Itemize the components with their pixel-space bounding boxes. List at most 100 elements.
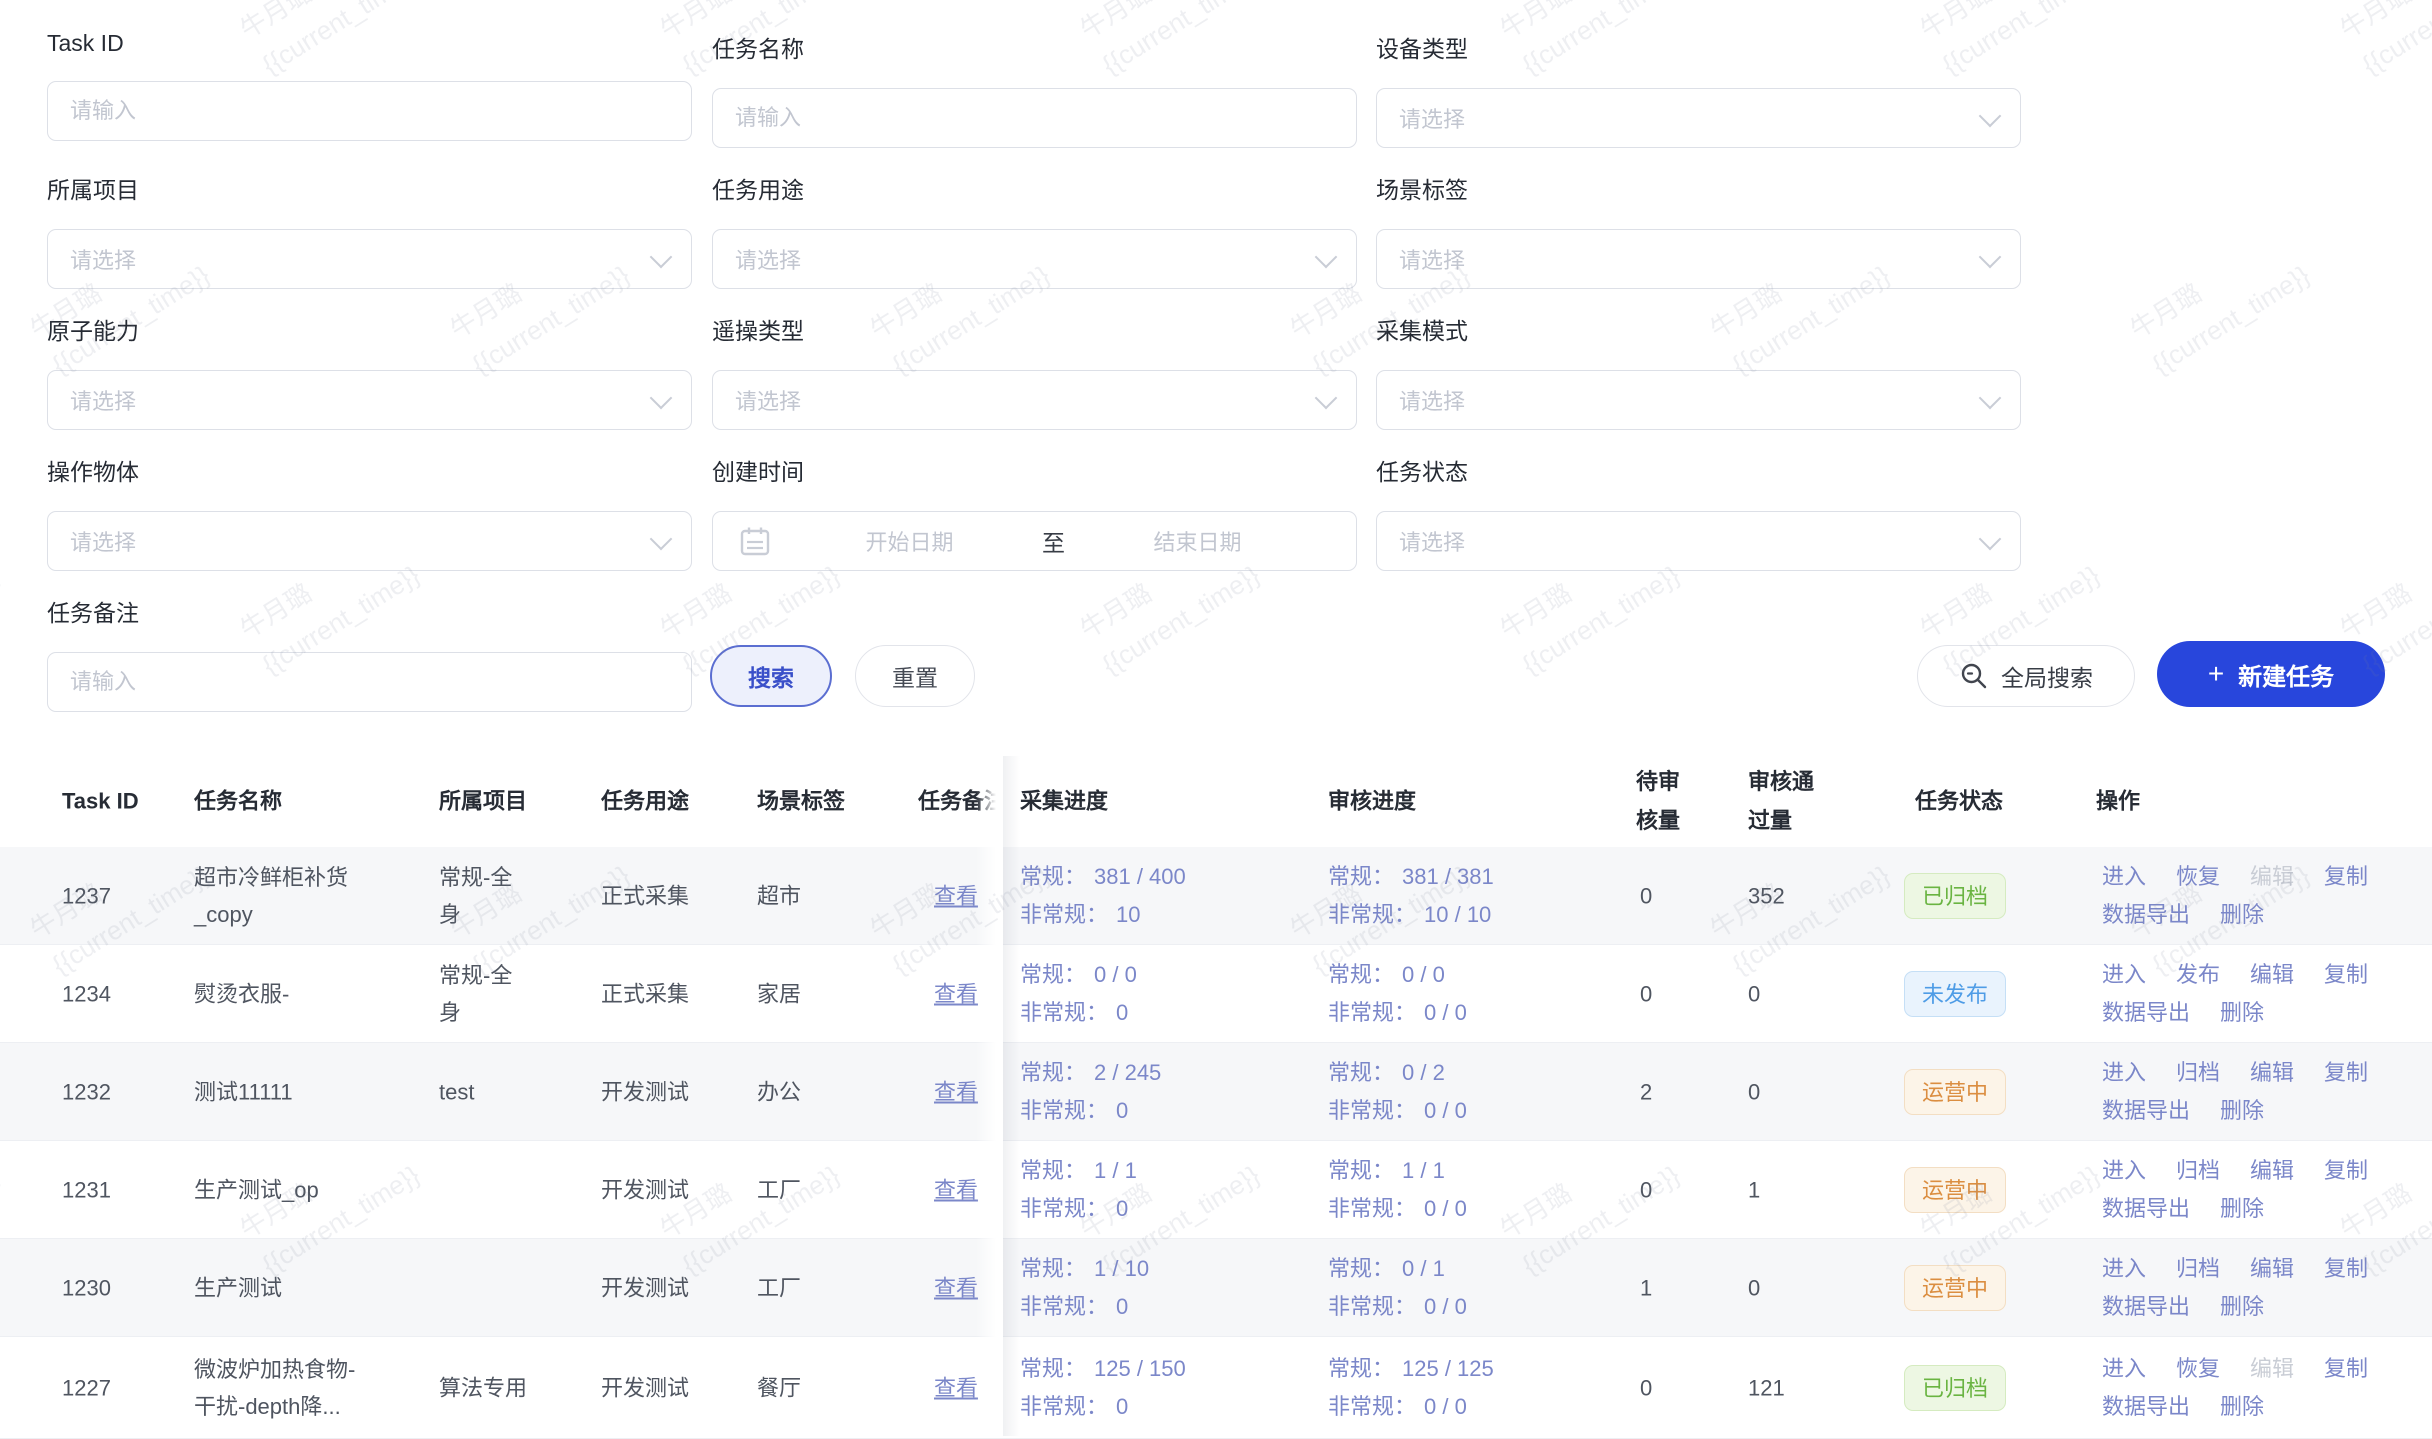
reset-button[interactable]: 重置: [855, 645, 975, 707]
cell-task-name: 测试11111: [194, 1073, 374, 1110]
action-enter[interactable]: 进入: [2102, 1350, 2146, 1388]
action-copy[interactable]: 复制: [2324, 1250, 2368, 1288]
cell-purpose: 正式采集: [601, 975, 689, 1012]
calendar-icon: [739, 525, 771, 557]
global-search-button[interactable]: 全局搜索: [1917, 645, 2135, 707]
end-date-placeholder[interactable]: 结束日期: [1065, 525, 1330, 557]
filter-project: 所属项目 请选择: [47, 171, 692, 289]
action-copy[interactable]: 复制: [2324, 1054, 2368, 1092]
action-publish[interactable]: 发布: [2176, 956, 2220, 994]
action-restore[interactable]: 恢复: [2176, 1350, 2220, 1388]
atomic-ability-select[interactable]: 请选择: [47, 370, 692, 430]
action-enter[interactable]: 进入: [2102, 1250, 2146, 1288]
device-type-select[interactable]: 请选择: [1376, 88, 2021, 148]
view-remark-link[interactable]: 查看: [934, 975, 978, 1012]
action-export[interactable]: 数据导出: [2102, 1388, 2190, 1426]
action-archive[interactable]: 归档: [2176, 1152, 2220, 1190]
col-pending: 待审核量: [1636, 762, 1686, 840]
field-label: 设备类型: [1376, 30, 2021, 64]
collect-mode-select[interactable]: 请选择: [1376, 370, 2021, 430]
field-label: 任务备注: [47, 594, 692, 628]
cell-scene-tag: 工厂: [757, 1269, 801, 1306]
cell-task-id: 1237: [62, 877, 111, 914]
action-export[interactable]: 数据导出: [2102, 1190, 2190, 1228]
teleop-type-select[interactable]: 请选择: [712, 370, 1357, 430]
status-badge-wrap: 未发布: [1904, 971, 2006, 1017]
cell-actions: 进入发布编辑复制 数据导出删除: [2102, 956, 2402, 1032]
status-badge-wrap: 已归档: [1904, 1365, 2006, 1411]
action-delete[interactable]: 删除: [2220, 1092, 2264, 1130]
status-badge-wrap: 已归档: [1904, 873, 2006, 919]
date-separator: 至: [1042, 524, 1065, 558]
action-export[interactable]: 数据导出: [2102, 994, 2190, 1032]
view-remark-link[interactable]: 查看: [934, 1269, 978, 1306]
task-status-select[interactable]: 请选择: [1376, 511, 2021, 571]
purpose-select[interactable]: 请选择: [712, 229, 1357, 289]
action-copy[interactable]: 复制: [2324, 956, 2368, 994]
start-date-placeholder[interactable]: 开始日期: [777, 525, 1042, 557]
action-copy[interactable]: 复制: [2324, 1350, 2368, 1388]
field-label: 所属项目: [47, 171, 692, 205]
action-delete[interactable]: 删除: [2220, 1388, 2264, 1426]
cell-purpose: 开发测试: [601, 1369, 689, 1406]
task-name-input[interactable]: [712, 88, 1357, 148]
create-task-button[interactable]: + 新建任务: [2157, 641, 2385, 707]
action-enter[interactable]: 进入: [2102, 956, 2146, 994]
cell-actions: 进入归档编辑复制 数据导出删除: [2102, 1250, 2402, 1326]
view-remark-link[interactable]: 查看: [934, 1171, 978, 1208]
action-edit[interactable]: 编辑: [2250, 1152, 2294, 1190]
task-remark-input[interactable]: [47, 652, 692, 712]
field-label: 任务状态: [1376, 453, 2021, 487]
cell-review-progress: 常规：0 / 1 非常规：0 / 0: [1328, 1250, 1467, 1326]
action-edit[interactable]: 编辑: [2250, 956, 2294, 994]
cell-approved: 352: [1748, 877, 1785, 914]
chevron-down-icon: [1315, 387, 1338, 410]
project-select[interactable]: 请选择: [47, 229, 692, 289]
action-export[interactable]: 数据导出: [2102, 1092, 2190, 1130]
action-edit[interactable]: 编辑: [2250, 1054, 2294, 1092]
action-edit[interactable]: 编辑: [2250, 1250, 2294, 1288]
col-review-progress: 审核进度: [1328, 782, 1416, 821]
view-remark-link[interactable]: 查看: [934, 1073, 978, 1110]
cell-pending: 0: [1640, 877, 1652, 914]
cell-task-name: 超市冷鲜柜补货_copy: [194, 859, 374, 933]
status-badge: 运营中: [1904, 1167, 2006, 1213]
cell-collect-progress: 常规：1 / 1 非常规：0: [1020, 1152, 1137, 1228]
action-archive[interactable]: 归档: [2176, 1250, 2220, 1288]
view-remark-link[interactable]: 查看: [934, 1369, 978, 1406]
action-archive[interactable]: 归档: [2176, 1054, 2220, 1092]
action-delete[interactable]: 删除: [2220, 1288, 2264, 1326]
chevron-down-icon: [1979, 246, 2002, 269]
field-label: 场景标签: [1376, 171, 2021, 205]
action-enter[interactable]: 进入: [2102, 858, 2146, 896]
cell-scene-tag: 超市: [757, 877, 801, 914]
col-approved: 审核通过量: [1748, 762, 1818, 840]
action-delete[interactable]: 删除: [2220, 994, 2264, 1032]
action-copy[interactable]: 复制: [2324, 1152, 2368, 1190]
cell-approved: 0: [1748, 1073, 1760, 1110]
action-restore[interactable]: 恢复: [2176, 858, 2220, 896]
chevron-down-icon: [1315, 246, 1338, 269]
action-export[interactable]: 数据导出: [2102, 896, 2190, 934]
chevron-down-icon: [1979, 387, 2002, 410]
field-label: 操作物体: [47, 453, 692, 487]
action-delete[interactable]: 删除: [2220, 896, 2264, 934]
action-enter[interactable]: 进入: [2102, 1054, 2146, 1092]
table-header: Task ID 任务名称 所属项目 任务用途 场景标签 任务备注 采集进度 审核…: [0, 755, 2432, 848]
search-button[interactable]: 搜索: [710, 645, 832, 707]
scene-tag-select[interactable]: 请选择: [1376, 229, 2021, 289]
cell-purpose: 开发测试: [601, 1269, 689, 1306]
action-copy[interactable]: 复制: [2324, 858, 2368, 896]
action-enter[interactable]: 进入: [2102, 1152, 2146, 1190]
action-export[interactable]: 数据导出: [2102, 1288, 2190, 1326]
filter-atomic-ability: 原子能力 请选择: [47, 312, 692, 430]
view-remark-link[interactable]: 查看: [934, 877, 978, 914]
filter-object: 操作物体 请选择: [47, 453, 692, 571]
object-select[interactable]: 请选择: [47, 511, 692, 571]
action-delete[interactable]: 删除: [2220, 1190, 2264, 1228]
cell-pending: 0: [1640, 975, 1652, 1012]
task-id-input[interactable]: [47, 81, 692, 141]
col-purpose: 任务用途: [601, 782, 689, 821]
filter-create-time: 创建时间 开始日期 至 结束日期: [712, 453, 1357, 571]
date-range-picker[interactable]: 开始日期 至 结束日期: [712, 511, 1357, 571]
